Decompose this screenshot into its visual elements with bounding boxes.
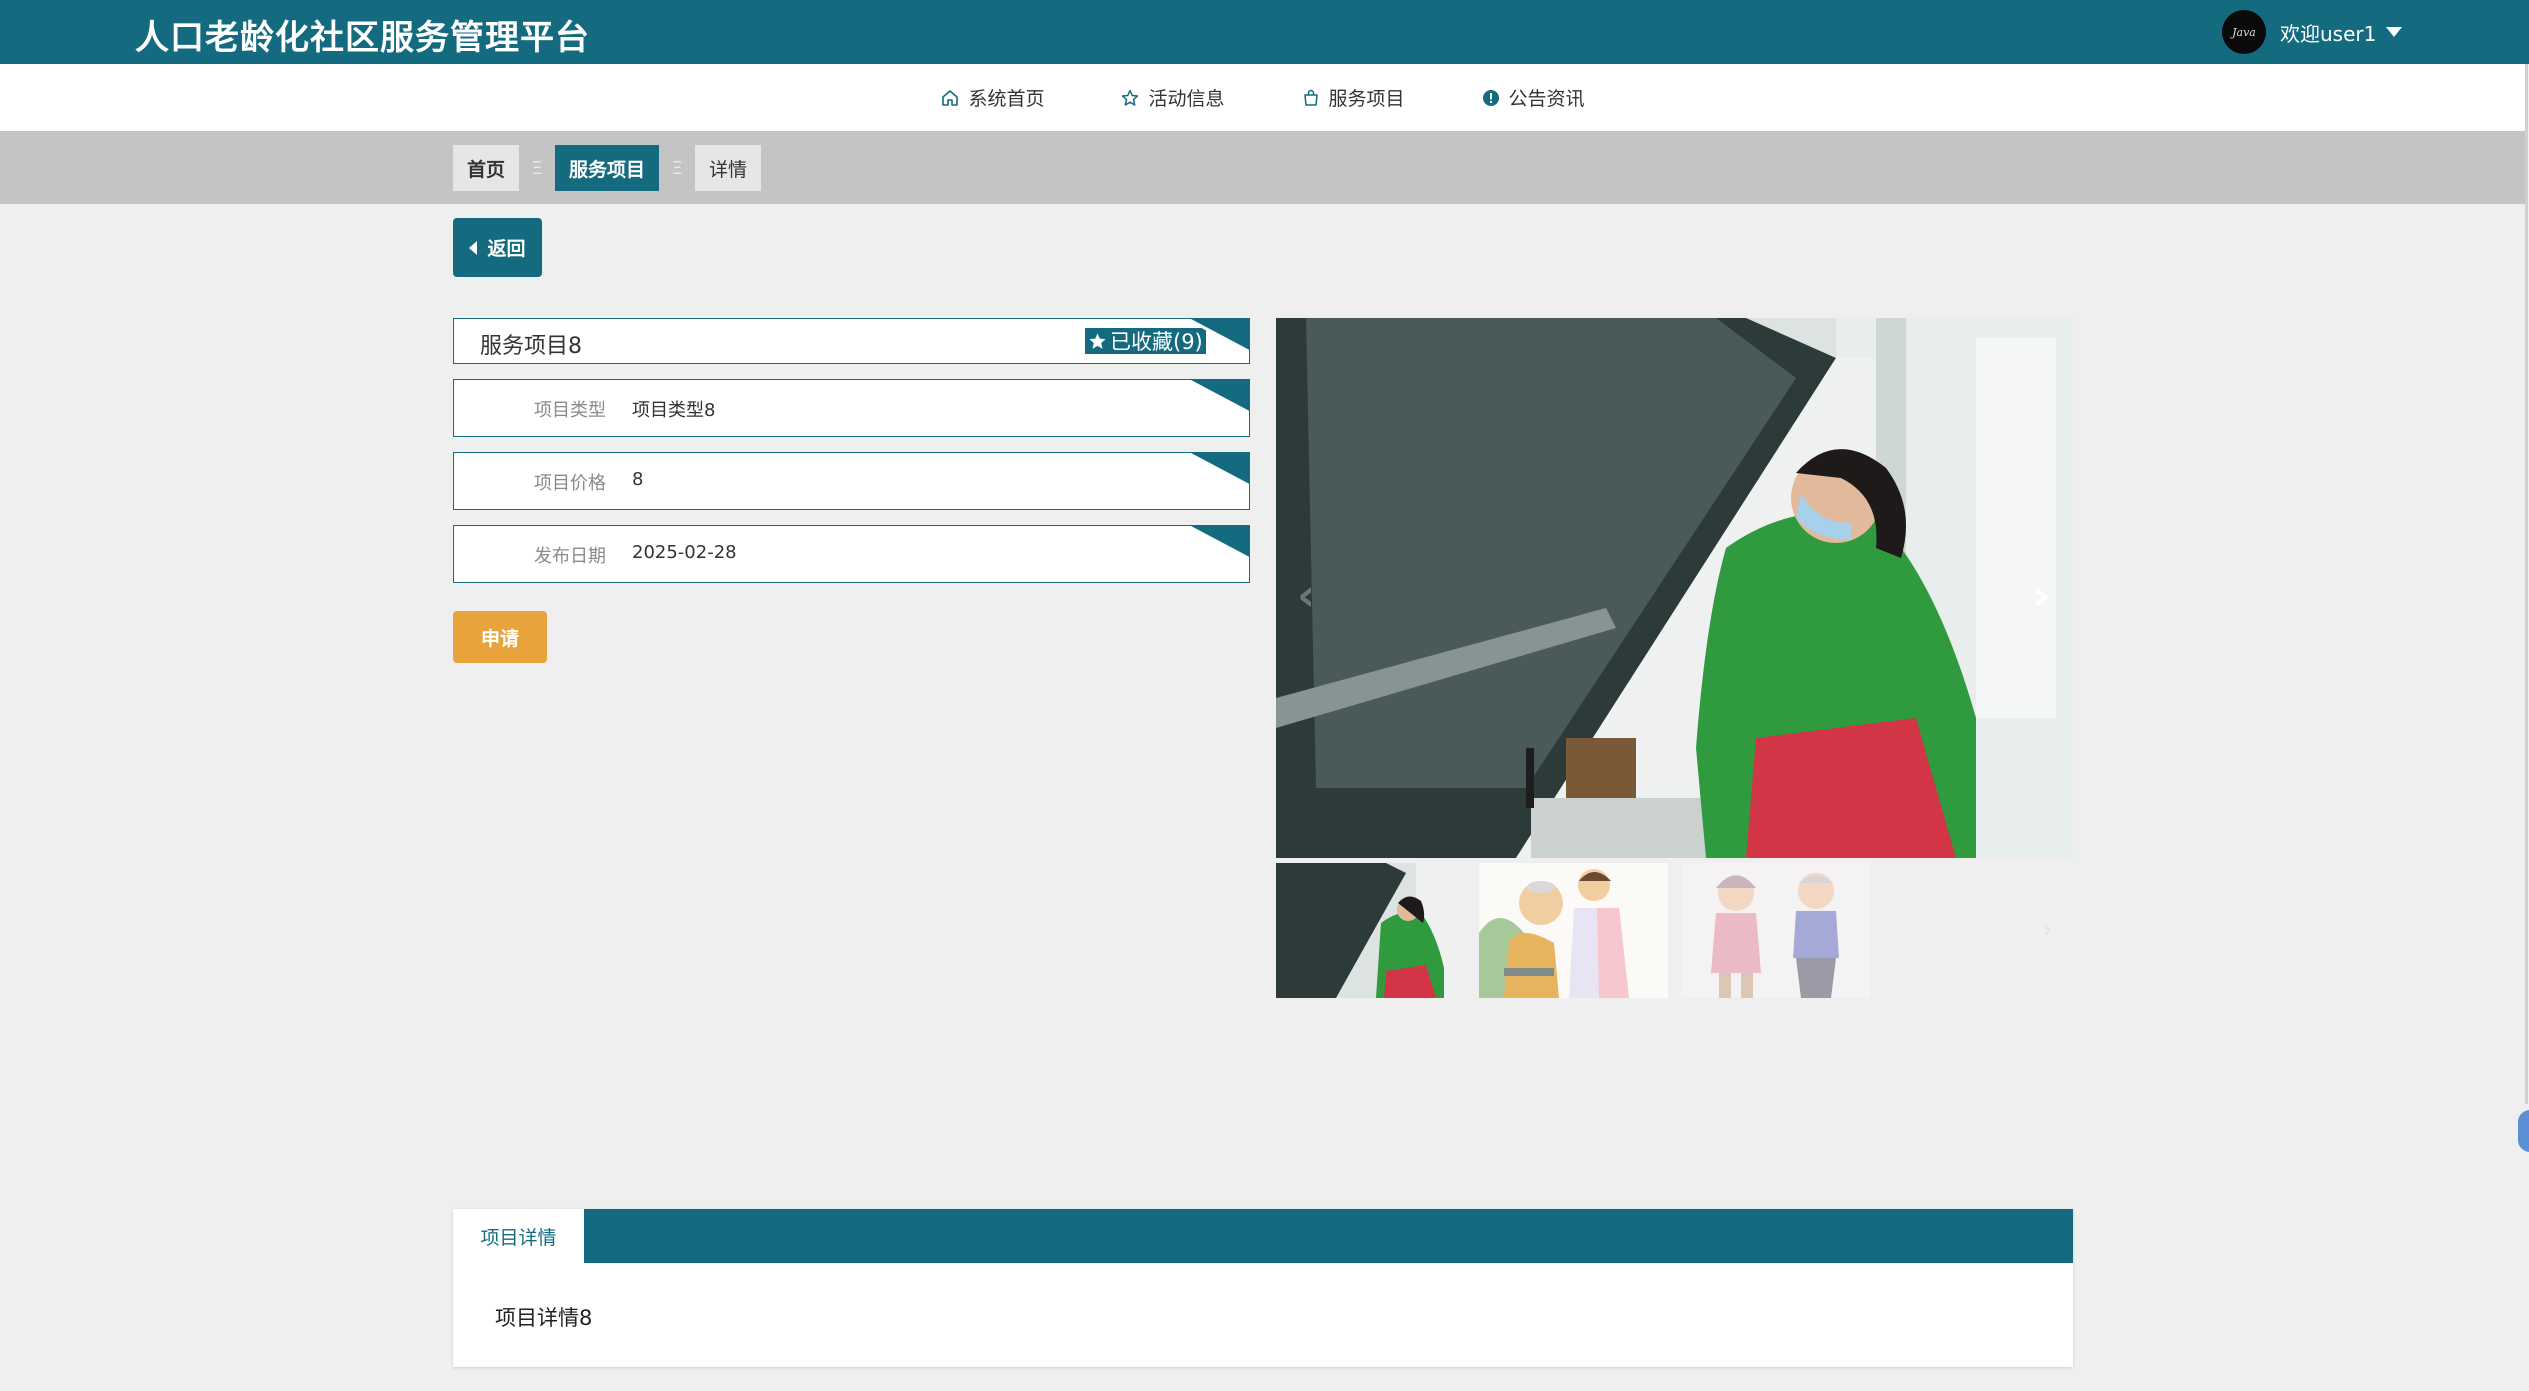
detail-panel: 项目详情 项目详情8 [453, 1209, 2073, 1367]
breadcrumb-services[interactable]: 服务项目 [555, 145, 660, 191]
apply-button[interactable]: 申请 [453, 611, 547, 663]
nav-item-activities[interactable]: 活动信息 [1120, 84, 1225, 111]
field-row-date: 发布日期 2025-02-28 [453, 525, 1250, 583]
breadcrumb-current: 详情 [695, 145, 762, 191]
nav-item-label: 公告资讯 [1508, 88, 1585, 110]
nav-item-label: 活动信息 [1148, 88, 1225, 110]
item-title: 服务项目8 [480, 334, 582, 359]
field-value: 项目类型8 [632, 400, 716, 421]
caregiver-kitchen-thumbnail [1276, 863, 1465, 998]
top-header: 人口老龄化社区服务管理平台 Java 欢迎user1 [0, 0, 2529, 64]
next-arrow-icon[interactable]: › [2032, 570, 2050, 621]
thumbnail-next-icon[interactable]: › [2043, 918, 2052, 943]
breadcrumb-separator: Ξ [531, 157, 543, 179]
field-row-type: 项目类型 项目类型8 [453, 379, 1250, 437]
caret-down-icon[interactable] [2386, 27, 2403, 37]
nav-item-label: 服务项目 [1328, 88, 1405, 110]
thumbnail-3[interactable] [1681, 863, 1870, 998]
tab-item-details[interactable]: 项目详情 [453, 1209, 584, 1263]
thumbnail-1[interactable] [1276, 863, 1465, 998]
detail-tab-bar: 项目详情 [453, 1209, 2073, 1263]
user-menu[interactable]: Java 欢迎user1 [2222, 8, 2403, 56]
elderly-couple-illustration-thumbnail [1681, 863, 1870, 998]
thumbnail-2[interactable] [1479, 863, 1668, 998]
avatar[interactable]: Java [2222, 10, 2266, 54]
back-button-label: 返回 [487, 238, 526, 260]
back-button[interactable]: 返回 [453, 218, 542, 277]
nav-item-home[interactable]: 系统首页 [940, 84, 1044, 111]
caret-left-icon [469, 240, 478, 255]
bag-icon [1303, 89, 1318, 106]
welcome-text[interactable]: 欢迎user1 [2280, 18, 2376, 47]
field-label: 项目价格 [534, 473, 606, 494]
elderly-care-illustration-thumbnail [1479, 863, 1668, 998]
corner-ribbon [1186, 380, 1249, 413]
caregiver-kitchen-photo [1276, 318, 2073, 858]
field-row-price: 项目价格 8 [453, 452, 1250, 510]
main-photo [1276, 318, 2073, 858]
star-outline-icon [1122, 89, 1139, 106]
field-value: 8 [632, 469, 644, 490]
nav-item-label: 系统首页 [968, 88, 1045, 110]
detail-content: 项目详情8 [495, 1306, 593, 1330]
breadcrumb-home[interactable]: 首页 [453, 145, 520, 191]
app-title: 人口老龄化社区服务管理平台 [135, 18, 590, 58]
prev-arrow-icon[interactable]: ‹ [1297, 570, 1315, 621]
window-edge [2525, 64, 2528, 1104]
breadcrumb: 首页 Ξ 服务项目 Ξ 详情 [453, 145, 762, 191]
info-circle-icon [1482, 89, 1499, 106]
nav-item-services[interactable]: 服务项目 [1301, 84, 1405, 111]
field-value: 2025-02-28 [632, 542, 737, 563]
home-icon [942, 89, 959, 106]
corner-ribbon [1186, 319, 1249, 352]
field-label: 项目类型 [534, 400, 606, 421]
floating-helper-button[interactable] [2518, 1110, 2529, 1152]
item-title-row: 服务项目8 已收藏(9) [453, 318, 1250, 364]
field-label: 发布日期 [534, 546, 606, 567]
nav-item-news[interactable]: 公告资讯 [1481, 84, 1585, 111]
main-nav: 系统首页 活动信息 服务项目 公告资讯 [0, 64, 2525, 131]
corner-ribbon [1186, 453, 1249, 486]
breadcrumb-separator: Ξ [671, 157, 683, 179]
star-filled-icon [1089, 332, 1106, 349]
breadcrumb-band: 首页 Ξ 服务项目 Ξ 详情 [0, 131, 2525, 204]
corner-ribbon [1186, 526, 1249, 559]
